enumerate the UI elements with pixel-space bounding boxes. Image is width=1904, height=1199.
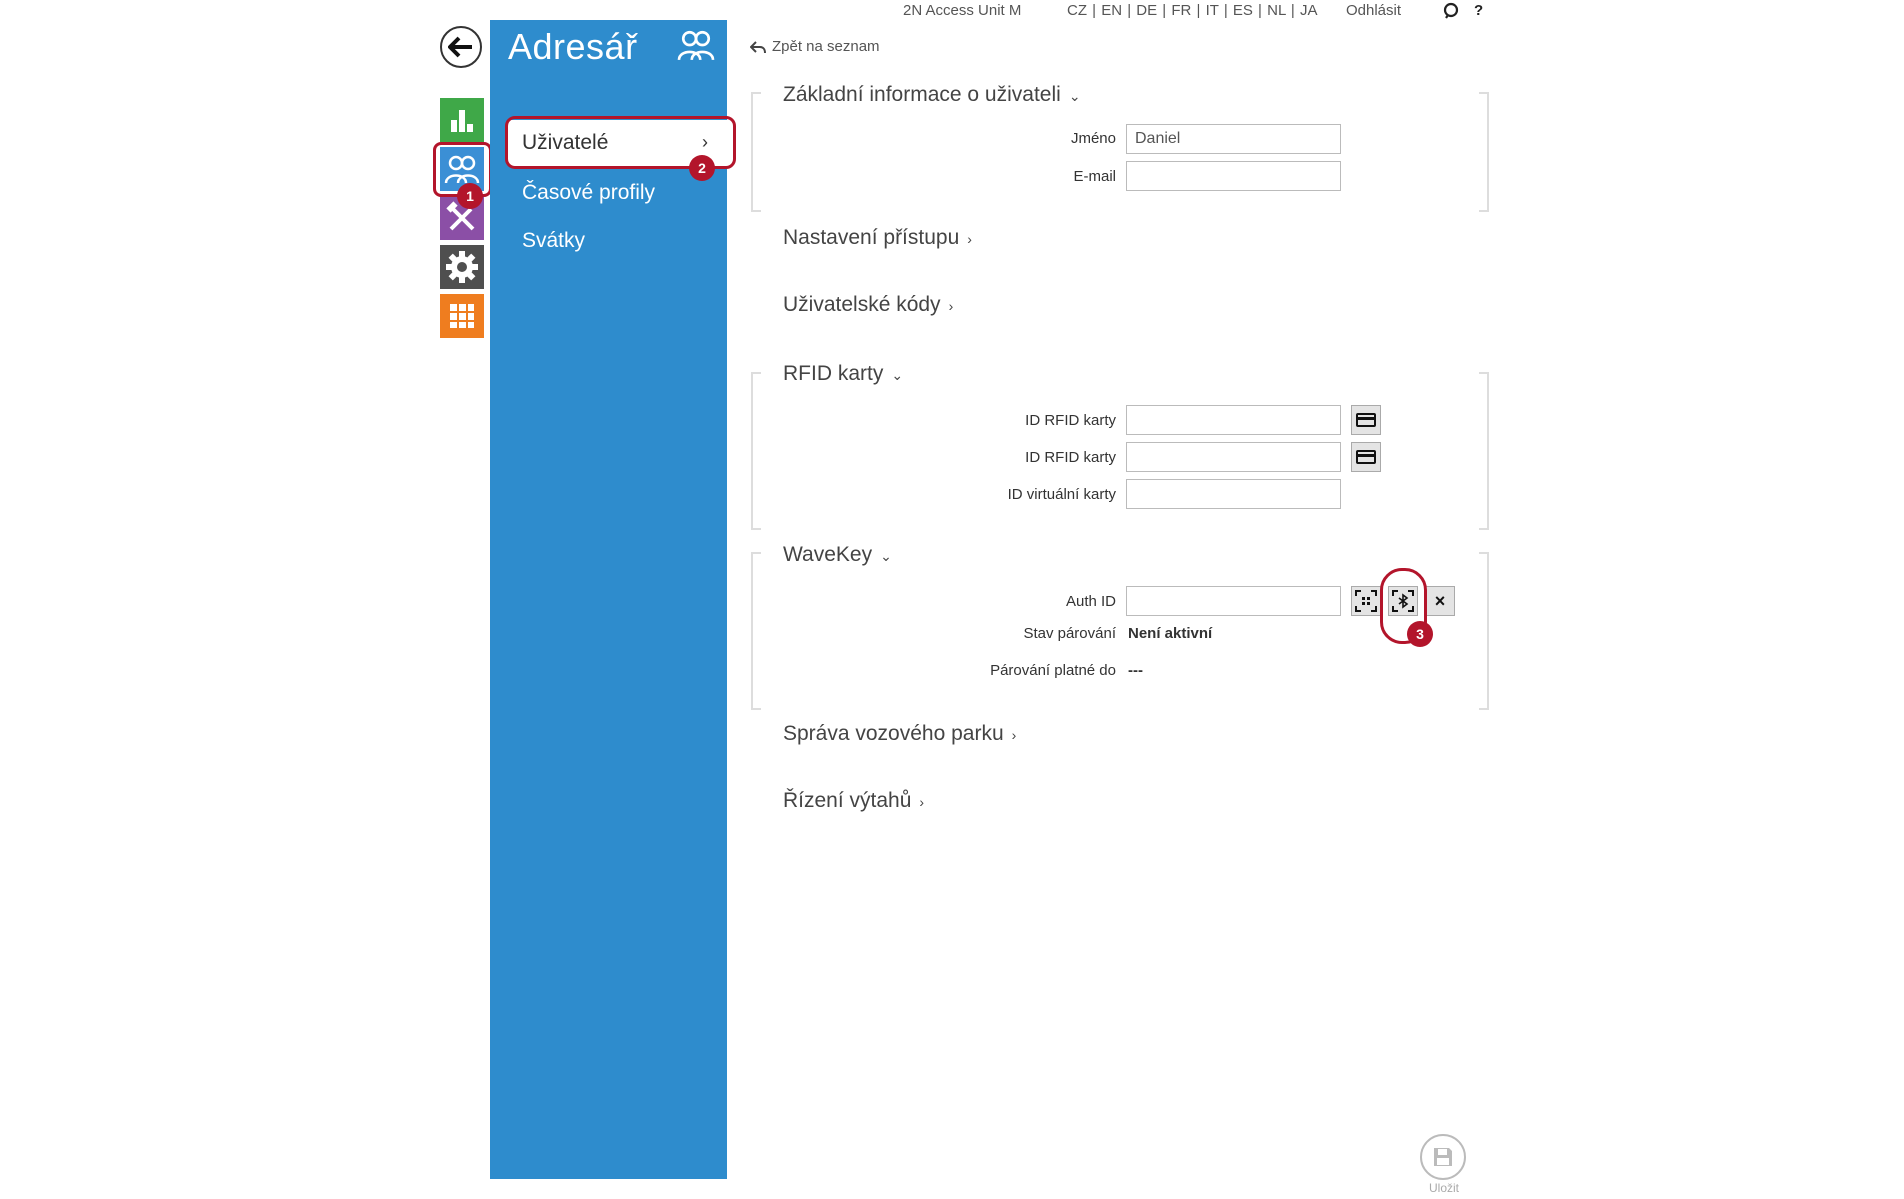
- chevron-down-icon: ⌄: [880, 548, 892, 564]
- section-title: Základní informace o uživateli: [783, 83, 1061, 106]
- settings-tile[interactable]: [440, 245, 484, 289]
- pairing-state-value: Není aktivní: [1128, 625, 1213, 642]
- rfid-card-2-label: ID RFID karty: [1025, 449, 1116, 466]
- chevron-right-icon: ›: [948, 298, 954, 314]
- section-access-header[interactable]: Nastavení přístupu ›: [783, 226, 972, 250]
- section-wavekey-header[interactable]: WaveKey ⌄: [783, 543, 892, 567]
- section-rfid-header[interactable]: RFID karty ⌄: [783, 362, 903, 386]
- rfid-card-1-label: ID RFID karty: [1025, 412, 1116, 429]
- rfid-card-2-field[interactable]: [1126, 442, 1341, 472]
- chevron-down-icon: ⌄: [891, 367, 904, 383]
- card-icon: [1356, 413, 1376, 427]
- read-card-1-button[interactable]: [1351, 405, 1381, 435]
- users-icon: [676, 28, 716, 67]
- rfid-card-1-field[interactable]: [1126, 405, 1341, 435]
- section-title: WaveKey: [783, 543, 873, 566]
- name-label: Jméno: [1070, 130, 1116, 147]
- help-icon[interactable]: ?: [1474, 2, 1483, 22]
- chevron-right-icon: ›: [967, 231, 972, 247]
- pairing-state-label: Stav párování: [1023, 625, 1116, 642]
- section-elevators-header[interactable]: Řízení výtahů ›: [783, 789, 924, 813]
- virtual-card-field[interactable]: [1126, 479, 1341, 509]
- scan-qr-button[interactable]: [1351, 586, 1381, 616]
- section-fleet-header[interactable]: Správa vozového parku ›: [783, 722, 1016, 746]
- logout-link[interactable]: Odhlásit: [1346, 2, 1401, 22]
- qr-scan-icon: [1355, 590, 1377, 612]
- save-label: Uložit: [1428, 1181, 1459, 1195]
- menu-item-time-profiles[interactable]: Časové profily: [522, 181, 655, 205]
- section-title: Správa vozového parku: [783, 722, 1004, 745]
- back-to-list-link[interactable]: Zpět na seznam: [772, 38, 880, 55]
- section-title: RFID karty: [783, 362, 884, 385]
- section-bracket: [751, 372, 761, 530]
- back-button[interactable]: [440, 26, 482, 68]
- chevron-right-icon: ›: [1011, 727, 1017, 743]
- search-icon[interactable]: [1442, 2, 1460, 20]
- section-basic-info-header[interactable]: Základní informace o uživateli ⌄: [783, 83, 1081, 107]
- virtual-card-label: ID virtuální karty: [1007, 486, 1116, 503]
- callout-badge-1: 1: [457, 183, 483, 209]
- read-card-2-button[interactable]: [1351, 442, 1381, 472]
- section-title: Uživatelské kódy: [783, 293, 941, 316]
- email-field[interactable]: [1126, 161, 1341, 191]
- bar-chart-icon: [451, 110, 473, 132]
- chevron-right-icon: ›: [919, 794, 925, 810]
- chevron-down-icon: ⌄: [1068, 88, 1081, 104]
- pairing-valid-value: ---: [1128, 662, 1143, 679]
- menu-title: Adresář: [508, 26, 638, 67]
- clear-auth-id-button[interactable]: ×: [1425, 586, 1455, 616]
- name-field[interactable]: [1126, 124, 1341, 154]
- section-title: Nastavení přístupu: [783, 226, 960, 249]
- section-user-codes-header[interactable]: Uživatelské kódy ›: [783, 293, 953, 317]
- gear-icon: [446, 251, 478, 283]
- return-arrow-icon: [749, 40, 766, 59]
- auth-id-label: Auth ID: [1065, 593, 1116, 610]
- back-arrow-icon: [448, 36, 472, 58]
- pairing-valid-label: Párování platné do: [990, 662, 1116, 679]
- floppy-disk-icon: [1434, 1148, 1452, 1166]
- save-button[interactable]: [1420, 1134, 1466, 1180]
- auth-id-field[interactable]: [1126, 586, 1341, 616]
- section-bracket: [1479, 372, 1489, 530]
- section-bracket: [1479, 92, 1489, 212]
- section-bracket: [751, 552, 761, 710]
- apps-tile[interactable]: [440, 294, 484, 338]
- grid-icon: [450, 304, 474, 328]
- menu-item-holidays[interactable]: Svátky: [522, 229, 585, 253]
- section-bracket: [751, 92, 761, 212]
- section-bracket: [1479, 552, 1489, 710]
- card-icon: [1356, 450, 1376, 464]
- device-name: 2N Access Unit M: [903, 2, 1022, 19]
- statistics-tile[interactable]: [440, 98, 484, 142]
- callout-badge-2: 2: [689, 155, 715, 181]
- email-label: E-mail: [1073, 168, 1116, 185]
- language-selector[interactable]: CZ | EN | DE | FR | IT | ES | NL | JA: [1067, 2, 1317, 22]
- callout-badge-3: 3: [1407, 621, 1433, 647]
- section-title: Řízení výtahů: [783, 789, 912, 812]
